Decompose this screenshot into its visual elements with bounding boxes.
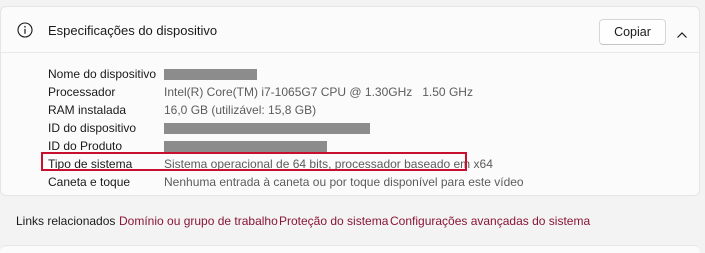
system-type-highlight (41, 152, 467, 171)
copy-button[interactable]: Copiar (599, 19, 666, 45)
redacted-value (164, 141, 327, 152)
spec-row-ram: RAM instalada 16,0 GB (utilizável: 15,8 … (1, 101, 699, 119)
spec-value: Intel(R) Core(TM) i7-1065G7 CPU @ 1.30GH… (164, 85, 473, 99)
spec-label: Processador (48, 85, 116, 99)
related-links-bar: Links relacionados Domínio ou grupo de t… (0, 203, 700, 241)
redacted-value (164, 123, 370, 134)
spec-row-device-id: ID do dispositivo (1, 119, 699, 137)
redacted-value (164, 69, 257, 80)
spec-label: Nome do dispositivo (48, 67, 157, 81)
link-system-protection[interactable]: Proteção do sistema (279, 214, 388, 228)
spec-value: 16,0 GB (utilizável: 15,8 GB) (164, 103, 317, 117)
spec-row-device-name: Nome do dispositivo (1, 65, 699, 83)
spec-row-processor: Processador Intel(R) Core(TM) i7-1065G7 … (1, 83, 699, 101)
section-header[interactable]: Especificações do dispositivo Copiar (1, 7, 699, 53)
link-advanced-system-settings[interactable]: Configurações avançadas do sistema (390, 214, 590, 228)
info-icon (17, 22, 33, 38)
link-domain-workgroup[interactable]: Domínio ou grupo de trabalho (119, 214, 278, 228)
spec-label: Caneta e toque (48, 175, 131, 189)
spec-label: ID do dispositivo (48, 121, 137, 135)
spec-label: RAM instalada (48, 103, 127, 117)
next-section-edge (0, 245, 700, 253)
chevron-up-icon[interactable] (676, 31, 688, 39)
spec-row-pen-touch: Caneta e toque Nenhuma entrada à caneta … (1, 173, 699, 191)
spec-value: Nenhuma entrada à caneta ou por toque di… (164, 175, 524, 189)
spec-label: ID do Produto (48, 139, 123, 153)
related-links-label: Links relacionados (16, 214, 116, 228)
section-title: Especificações do dispositivo (48, 23, 218, 38)
